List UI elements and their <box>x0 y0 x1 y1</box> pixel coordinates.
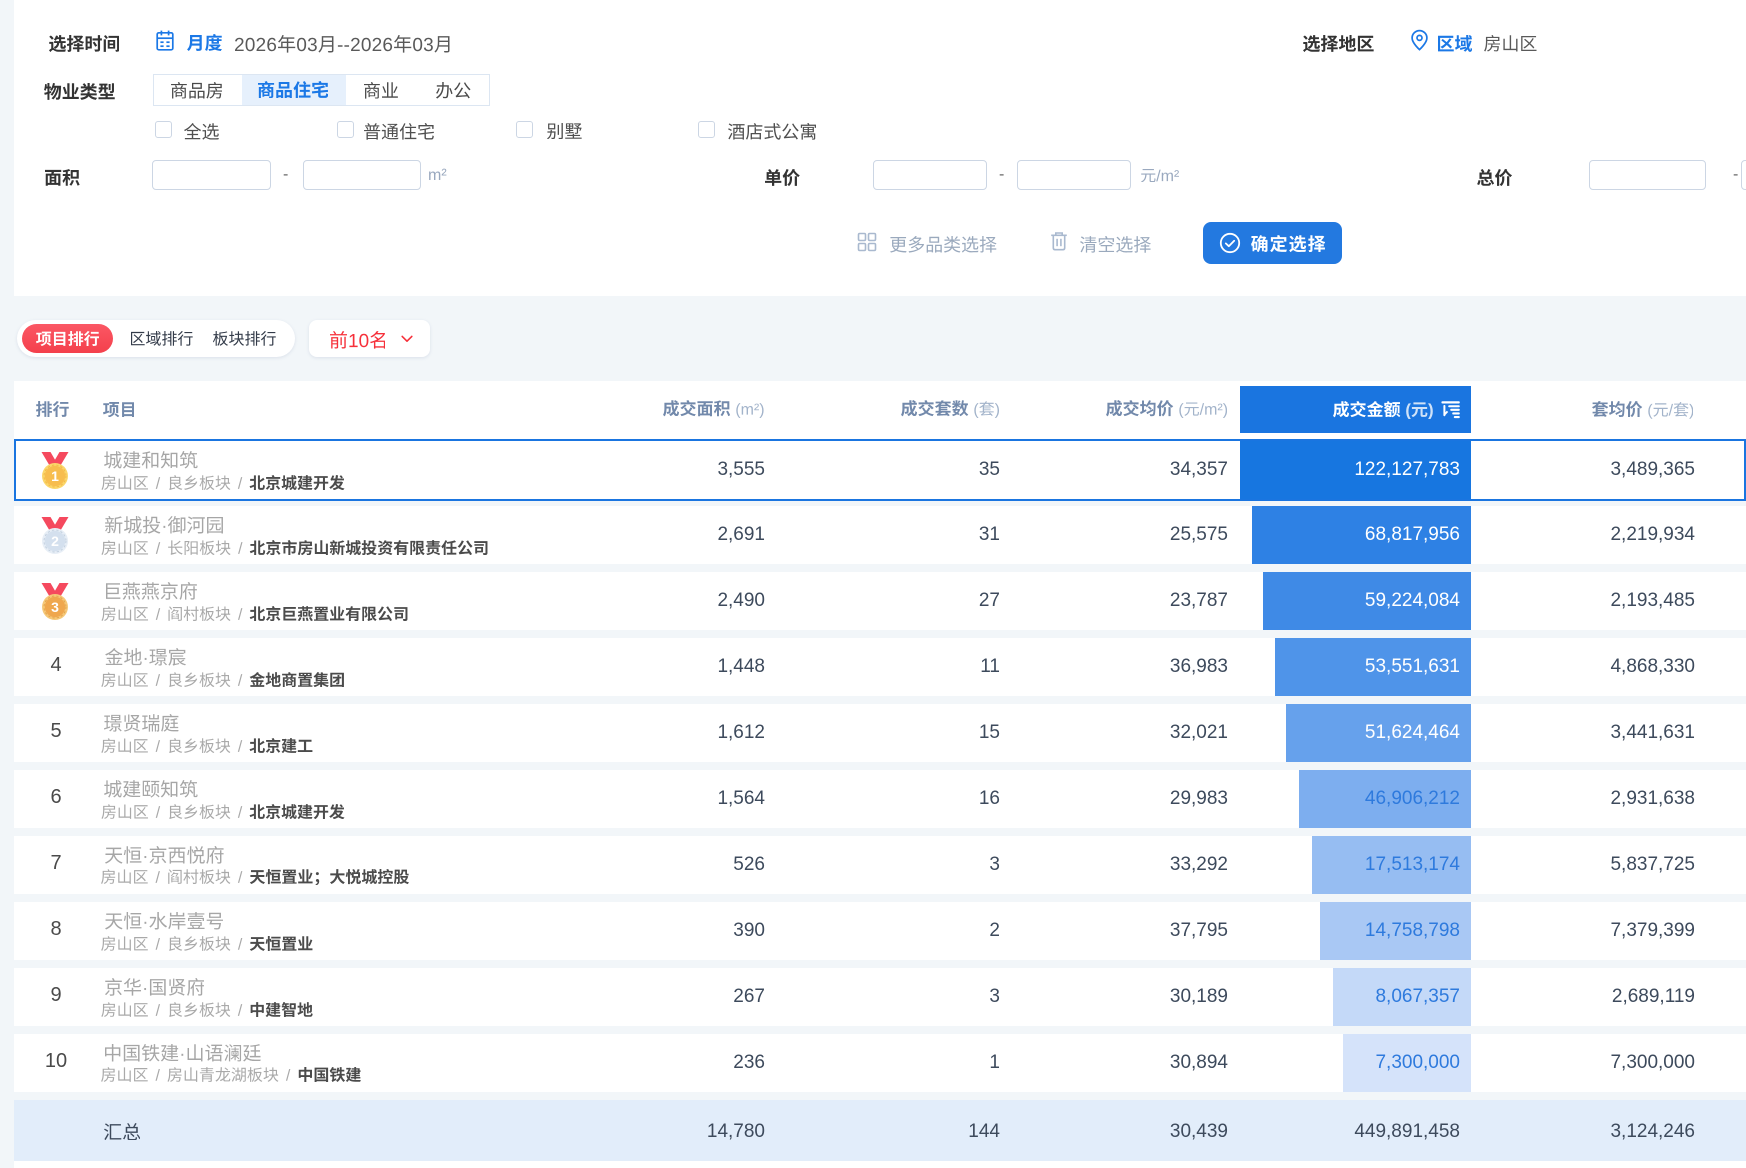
svg-text:2: 2 <box>51 533 59 549</box>
svg-text:3: 3 <box>51 599 59 615</box>
